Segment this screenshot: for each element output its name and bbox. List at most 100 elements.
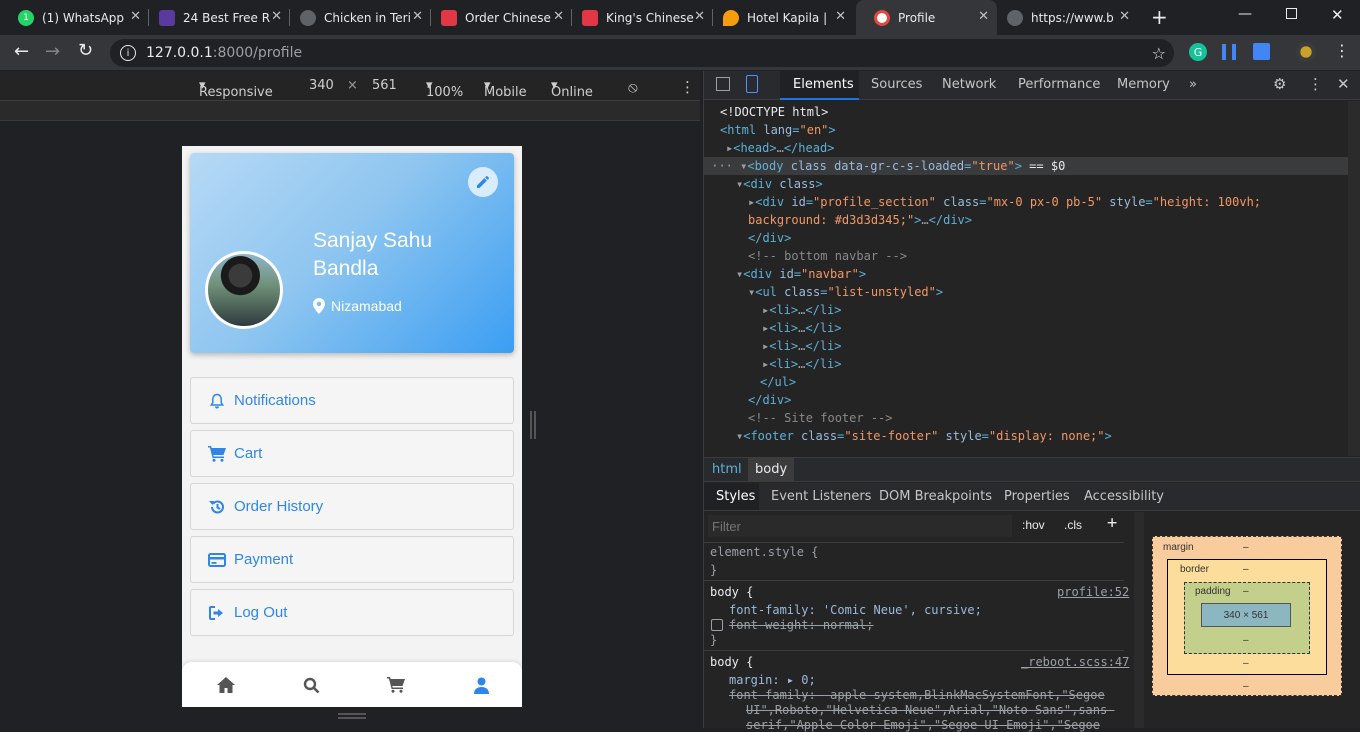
- margin-bottom-value[interactable]: –: [1243, 681, 1249, 692]
- address-bar[interactable]: i 127.0.0.1:8000/profile ☆: [110, 39, 1174, 67]
- styles-filter-input[interactable]: [708, 515, 1012, 537]
- pause-extension-icon[interactable]: [1222, 44, 1236, 60]
- browser-tab[interactable]: 1 (1) WhatsApp ✕: [0, 0, 149, 35]
- class-toggle-button[interactable]: .cls: [1064, 518, 1082, 532]
- dom-line[interactable]: </div>: [748, 229, 791, 247]
- extension-icon[interactable]: [1253, 43, 1270, 60]
- dom-line[interactable]: ▸<div id="profile_section" class="mx-0 p…: [748, 193, 1261, 211]
- new-rule-plus-icon[interactable]: +: [1107, 513, 1117, 533]
- edit-profile-button[interactable]: [468, 167, 498, 197]
- rule-selector[interactable]: body {: [710, 585, 753, 599]
- device-toggle-icon[interactable]: [746, 75, 758, 93]
- dom-line[interactable]: <html lang="en">: [720, 121, 836, 139]
- inspect-element-icon[interactable]: [716, 77, 730, 91]
- dom-line[interactable]: <!-- Site footer -->: [748, 409, 893, 427]
- nav-cart-icon[interactable]: [386, 675, 406, 695]
- browser-tab[interactable]: King's Chinese ✕: [564, 0, 713, 35]
- browser-tab[interactable]: 24 Best Free R ✕: [141, 0, 290, 35]
- browser-tab[interactable]: Order Chinese ✕: [423, 0, 572, 35]
- browser-tab[interactable]: https://www.b ✕: [989, 0, 1138, 35]
- dom-line[interactable]: ▸<li>…</li>: [762, 301, 842, 319]
- close-tab-icon[interactable]: ✕: [130, 9, 141, 24]
- tab-event-listeners[interactable]: Event Listeners: [771, 489, 871, 504]
- back-arrow-icon[interactable]: ←: [14, 41, 29, 62]
- dom-line[interactable]: ▸<head>…</head>: [726, 139, 834, 157]
- device-type-dropdown[interactable]: Mobile ▾: [484, 78, 527, 100]
- tab-performance[interactable]: Performance: [1018, 77, 1100, 92]
- more-menu-icon[interactable]: ⋮: [1334, 41, 1350, 60]
- devtools-more-icon[interactable]: ⋮: [1308, 75, 1323, 93]
- menu-item-cart[interactable]: Cart: [190, 430, 514, 477]
- menu-item-logout[interactable]: Log Out: [190, 589, 514, 636]
- dom-line[interactable]: </div>: [748, 391, 791, 409]
- device-more-icon[interactable]: ⋮: [680, 78, 695, 96]
- close-tab-icon[interactable]: ✕: [835, 9, 846, 24]
- height-input[interactable]: 561: [372, 78, 397, 93]
- breadcrumb-body[interactable]: body: [748, 458, 795, 482]
- zoom-dropdown[interactable]: 100% ▾: [426, 78, 463, 100]
- content-box[interactable]: 340 × 561: [1201, 603, 1291, 627]
- box-model-diagram[interactable]: margin – border – padding – 340 × 561 – …: [1152, 536, 1342, 696]
- menu-item-payment[interactable]: Payment: [190, 536, 514, 583]
- browser-tab[interactable]: Hotel Kapila | ✕: [705, 0, 854, 35]
- margin-top-value[interactable]: –: [1243, 542, 1249, 553]
- tab-memory[interactable]: Memory: [1117, 77, 1170, 92]
- nav-home-icon[interactable]: [216, 675, 236, 695]
- padding-bottom-value[interactable]: –: [1243, 635, 1249, 646]
- new-tab-button[interactable]: +: [1151, 5, 1168, 29]
- responsive-dropdown[interactable]: Responsive ▾: [199, 78, 273, 100]
- border-bottom-value[interactable]: –: [1243, 658, 1249, 669]
- restore-window-button[interactable]: [1286, 8, 1297, 19]
- dom-line[interactable]: <!-- bottom navbar -->: [748, 247, 907, 265]
- dom-line[interactable]: ▸<li>…</li>: [762, 337, 842, 355]
- resize-handle-right[interactable]: [530, 411, 536, 439]
- rule-source-link[interactable]: profile:52: [1057, 585, 1129, 599]
- close-tab-icon[interactable]: ✕: [694, 9, 705, 24]
- browser-tab-active[interactable]: Profile ✕: [856, 0, 997, 35]
- tab-sources[interactable]: Sources: [871, 77, 922, 92]
- more-tabs-icon[interactable]: »: [1189, 77, 1197, 92]
- network-throttle-dropdown[interactable]: Online ▾: [551, 78, 593, 100]
- settings-gear-icon[interactable]: ⚙: [1273, 75, 1286, 93]
- border-box[interactable]: border – padding – 340 × 561 – –: [1167, 559, 1327, 675]
- user-avatar-icon[interactable]: [1296, 42, 1316, 62]
- dom-line[interactable]: ▾<footer class="site-footer" style="disp…: [736, 427, 1112, 445]
- close-tab-icon[interactable]: ✕: [271, 9, 282, 24]
- tab-network[interactable]: Network: [942, 77, 996, 92]
- dom-tree[interactable]: <!DOCTYPE html> <html lang="en"> ▸<head>…: [704, 101, 1348, 456]
- tab-accessibility[interactable]: Accessibility: [1084, 489, 1164, 504]
- close-tab-icon[interactable]: ✕: [412, 9, 423, 24]
- breadcrumb-html[interactable]: html: [712, 462, 742, 477]
- minimize-window-button[interactable]: —: [1238, 6, 1252, 22]
- close-tab-icon[interactable]: ✕: [978, 9, 989, 24]
- css-property[interactable]: font-family: 'Comic Neue', cursive;: [729, 603, 982, 617]
- width-input[interactable]: 340: [309, 78, 334, 93]
- forward-arrow-icon[interactable]: →: [45, 41, 60, 62]
- border-top-value[interactable]: –: [1243, 564, 1249, 575]
- padding-box[interactable]: padding – 340 × 561 –: [1184, 582, 1310, 654]
- dom-line[interactable]: ▾<div class>: [736, 175, 823, 193]
- dom-line[interactable]: ▾<ul class="list-unstyled">: [748, 283, 943, 301]
- dom-line[interactable]: background: #d3d3d345;">…</div>: [748, 211, 972, 229]
- tab-properties[interactable]: Properties: [1004, 489, 1070, 504]
- property-checkbox[interactable]: [711, 619, 723, 631]
- close-tab-icon[interactable]: ✕: [553, 9, 564, 24]
- nav-search-icon[interactable]: [301, 675, 321, 695]
- rule-selector[interactable]: body {: [710, 655, 753, 669]
- tab-dom-breakpoints[interactable]: DOM Breakpoints: [879, 489, 992, 504]
- tab-elements[interactable]: Elements: [793, 77, 854, 92]
- dom-line[interactable]: ▾<div id="navbar">: [736, 265, 866, 283]
- rule-source-link[interactable]: _reboot.scss:47: [1021, 655, 1129, 669]
- rotate-icon[interactable]: ⦸: [628, 78, 638, 96]
- menu-item-notifications[interactable]: Notifications: [190, 377, 514, 424]
- nav-profile-icon[interactable]: [471, 675, 491, 695]
- bookmark-star-icon[interactable]: ☆: [1152, 44, 1166, 63]
- dom-line[interactable]: </ul>: [760, 373, 796, 391]
- tab-styles[interactable]: Styles: [716, 489, 755, 504]
- reload-icon[interactable]: ↻: [78, 40, 93, 61]
- menu-item-order-history[interactable]: Order History: [190, 483, 514, 530]
- browser-tab[interactable]: Chicken in Teri ✕: [282, 0, 431, 35]
- resize-handle-bottom[interactable]: [338, 713, 366, 719]
- styles-scrollbar[interactable]: [1134, 512, 1144, 728]
- close-tab-icon[interactable]: ✕: [1119, 9, 1130, 24]
